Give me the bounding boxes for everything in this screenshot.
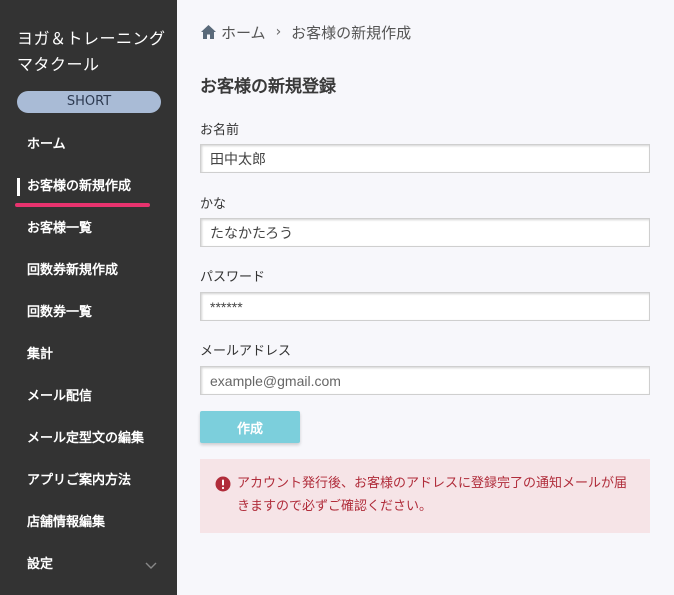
- sidebar-item-settings[interactable]: 設定: [0, 544, 177, 586]
- breadcrumb-home-link[interactable]: ホーム: [221, 22, 266, 43]
- sidebar-item-customer-list[interactable]: お客様一覧: [0, 208, 177, 250]
- sidebar-item-label: お客様の新規作成: [27, 179, 132, 194]
- sidebar-item-summary[interactable]: 集計: [0, 334, 177, 376]
- main-content: ホーム › お客様の新規作成 お客様の新規登録 お名前 かな パスワード メール…: [177, 0, 674, 595]
- sidebar-item-home[interactable]: ホーム: [0, 124, 177, 166]
- sidebar-item-label: お客様一覧: [27, 221, 93, 236]
- sidebar-item-label: メール定型文の編集: [27, 431, 145, 446]
- active-indicator: [17, 178, 20, 196]
- notice-alert: アカウント発行後、お客様のアドレスに登録完了の通知メールが届きますので必ずご確認…: [200, 459, 650, 533]
- sidebar-item-label: 店舗情報編集: [27, 515, 106, 530]
- sidebar-item-label: 設定: [27, 557, 54, 572]
- sidebar-item-label: ホーム: [27, 137, 66, 152]
- email-label: メールアドレス: [200, 344, 292, 359]
- exclamation-circle-icon: [215, 476, 231, 492]
- kana-input[interactable]: [200, 218, 650, 247]
- create-button[interactable]: 作成: [200, 411, 300, 443]
- page-title: お客様の新規登録: [200, 77, 336, 97]
- sidebar-item-store-info[interactable]: 店舗情報編集: [0, 502, 177, 544]
- breadcrumb-current: お客様の新規作成: [291, 23, 412, 42]
- home-icon[interactable]: [200, 24, 217, 40]
- sidebar: ヨガ＆トレーニングマタクール SHORT ホーム お客様の新規作成 お客様一覧 …: [0, 0, 177, 595]
- sidebar-item-label: 回数券新規作成: [27, 263, 119, 278]
- notice-text: アカウント発行後、お客様のアドレスに登録完了の通知メールが届きますので必ずご確認…: [237, 476, 628, 514]
- breadcrumb-separator: ›: [275, 24, 282, 40]
- sidebar-item-mail-delivery[interactable]: メール配信: [0, 376, 177, 418]
- email-input[interactable]: [200, 366, 650, 395]
- chevron-down-icon: [145, 562, 157, 569]
- password-input[interactable]: [200, 292, 650, 321]
- sidebar-item-label: 回数券一覧: [27, 305, 93, 320]
- password-label: パスワード: [200, 270, 266, 285]
- breadcrumb: ホーム › お客様の新規作成: [200, 22, 411, 42]
- active-underline: [15, 203, 150, 207]
- brand-name: ヨガ＆トレーニングマタクール: [17, 29, 166, 74]
- sidebar-item-label: アプリご案内方法: [27, 473, 132, 488]
- sidebar-item-label: メール配信: [27, 389, 93, 404]
- sidebar-item-ticket-list[interactable]: 回数券一覧: [0, 292, 177, 334]
- sidebar-item-mail-templates[interactable]: メール定型文の編集: [0, 418, 177, 460]
- kana-label: かな: [200, 197, 227, 212]
- sidebar-item-new-ticket[interactable]: 回数券新規作成: [0, 250, 177, 292]
- sidebar-item-label: 集計: [27, 347, 54, 362]
- plan-badge: SHORT: [17, 91, 161, 113]
- sidebar-item-new-customer[interactable]: お客様の新規作成: [0, 166, 177, 208]
- name-label: お名前: [200, 123, 240, 138]
- sidebar-item-app-guide[interactable]: アプリご案内方法: [0, 460, 177, 502]
- name-input[interactable]: [200, 144, 650, 173]
